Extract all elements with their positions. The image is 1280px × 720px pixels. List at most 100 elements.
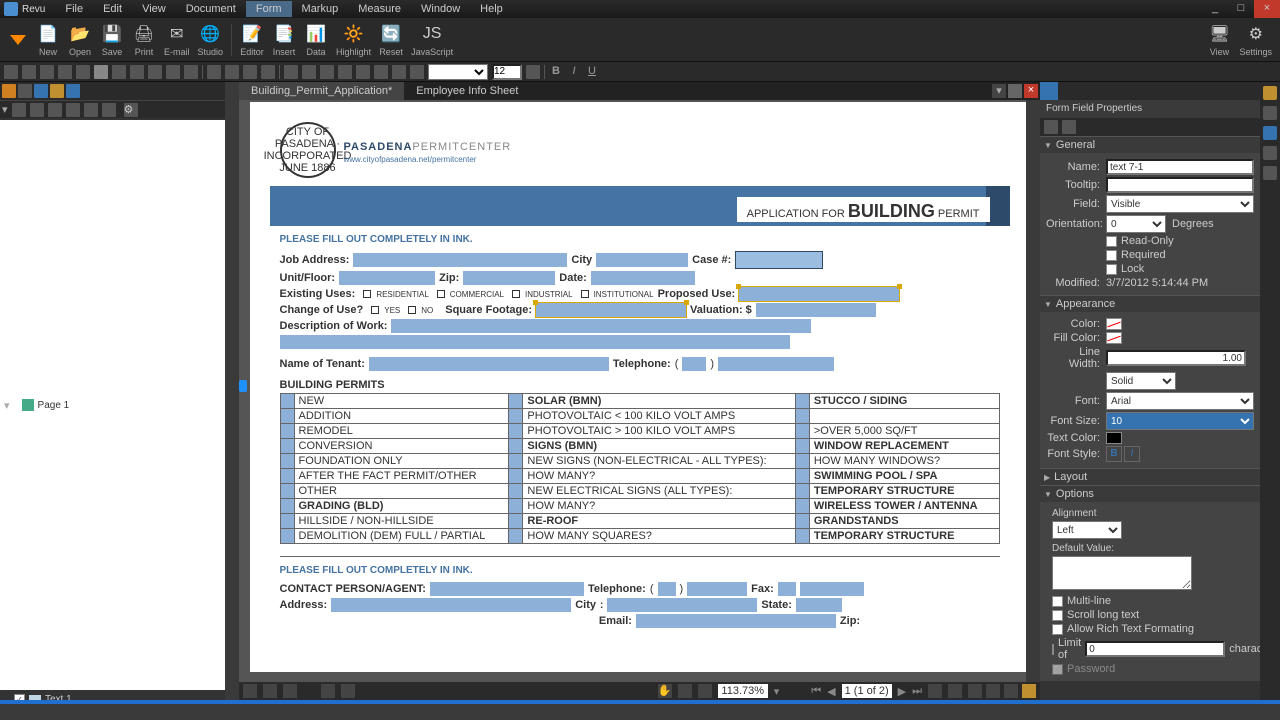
indent-icon[interactable] <box>374 65 388 79</box>
prop-tooltip-input[interactable] <box>1106 177 1254 193</box>
section-header-appearance[interactable]: ▼Appearance <box>1040 296 1260 312</box>
permit-checkbox[interactable] <box>509 499 523 514</box>
tool-icon[interactable] <box>184 65 198 79</box>
print-button[interactable]: 🖨Print <box>132 22 156 57</box>
prop-alignment-select[interactable]: Left <box>1052 521 1122 539</box>
permit-checkbox[interactable] <box>795 424 809 439</box>
tool-icon[interactable] <box>102 103 116 117</box>
menu-help[interactable]: Help <box>470 1 513 17</box>
permit-checkbox[interactable] <box>509 484 523 499</box>
save-button[interactable]: 💾Save <box>100 22 124 57</box>
bold-button[interactable]: B <box>1106 446 1122 462</box>
checkbox-readonly[interactable] <box>1106 236 1117 247</box>
copy-icon[interactable] <box>58 65 72 79</box>
field-zip[interactable] <box>463 271 555 285</box>
field-valuation[interactable] <box>756 303 876 317</box>
field-city[interactable] <box>596 253 688 267</box>
permit-checkbox[interactable] <box>280 499 294 514</box>
font-color-icon[interactable] <box>526 65 540 79</box>
prop-font-select[interactable]: Arial <box>1106 392 1254 410</box>
nav-icon[interactable] <box>928 684 942 698</box>
indent-icon[interactable] <box>410 65 424 79</box>
tree-item[interactable]: ✓Text 1 <box>0 692 225 700</box>
page-handle-left[interactable] <box>239 380 247 392</box>
permit-checkbox[interactable] <box>795 499 809 514</box>
view-mode-icon[interactable] <box>263 684 277 698</box>
indent-icon[interactable] <box>392 65 406 79</box>
select-icon[interactable] <box>678 684 692 698</box>
permit-checkbox[interactable] <box>795 529 809 544</box>
field-contact-area[interactable] <box>658 582 676 596</box>
first-page-icon[interactable]: ⏮ <box>811 685 821 698</box>
prop-name-input[interactable] <box>1106 159 1254 175</box>
line-icon[interactable] <box>243 65 257 79</box>
prev-page-icon[interactable]: ◀ <box>827 685 835 698</box>
permit-checkbox[interactable] <box>280 529 294 544</box>
properties-tab-icon[interactable] <box>1040 82 1058 100</box>
vertical-scrollbar[interactable] <box>1026 100 1040 682</box>
checkbox-icon[interactable]: ✓ <box>14 694 25 700</box>
close-button[interactable]: × <box>1254 0 1280 18</box>
prop-limit-input[interactable] <box>1085 641 1225 657</box>
data-button[interactable]: 📊Data <box>304 22 328 57</box>
checkbox-scroll[interactable] <box>1052 610 1063 621</box>
reset-button[interactable]: 🔄Reset <box>379 22 403 57</box>
permit-checkbox[interactable] <box>509 514 523 529</box>
prop-field-select[interactable]: Visible <box>1106 195 1254 213</box>
bold-icon[interactable]: B <box>549 65 563 79</box>
tool-icon[interactable] <box>1044 120 1058 134</box>
checkbox-lock[interactable] <box>1106 264 1117 275</box>
tool-icon[interactable] <box>66 103 80 117</box>
highlight-button[interactable]: 🔆Highlight <box>336 22 371 57</box>
field-contact-phone[interactable] <box>687 582 747 596</box>
align-icon[interactable] <box>302 65 316 79</box>
tool-icon[interactable] <box>166 65 180 79</box>
color-swatch[interactable] <box>1106 318 1122 330</box>
settings-button[interactable]: ⚙Settings <box>1239 22 1272 57</box>
menu-markup[interactable]: Markup <box>292 1 349 17</box>
cut-icon[interactable] <box>40 65 54 79</box>
tab-split-icon[interactable] <box>1008 84 1022 98</box>
field-description[interactable] <box>391 319 811 333</box>
prop-linewidth-input[interactable] <box>1106 350 1246 366</box>
field-phone[interactable] <box>718 357 834 371</box>
menu-edit[interactable]: Edit <box>93 1 132 17</box>
insert-button[interactable]: 📑Insert <box>272 22 296 57</box>
field-fax[interactable] <box>800 582 864 596</box>
status-icon[interactable] <box>1022 684 1036 698</box>
permit-checkbox[interactable] <box>280 424 294 439</box>
underline-icon[interactable]: U <box>585 65 599 79</box>
permit-checkbox[interactable] <box>795 394 809 409</box>
field-proposed-use[interactable] <box>739 287 899 301</box>
strip-icon[interactable] <box>1263 106 1277 120</box>
field-case[interactable] <box>735 251 823 269</box>
permit-checkbox[interactable] <box>280 514 294 529</box>
menu-window[interactable]: Window <box>411 1 470 17</box>
prop-orientation-select[interactable]: 0 <box>1106 215 1166 233</box>
field-date[interactable] <box>591 271 695 285</box>
delete-icon[interactable] <box>94 65 108 79</box>
studio-button[interactable]: 🌐Studio <box>198 22 224 57</box>
checkbox-limit[interactable] <box>1052 644 1054 655</box>
permit-checkbox[interactable] <box>509 394 523 409</box>
tool-icon[interactable] <box>12 103 26 117</box>
strip-icon[interactable] <box>1263 166 1277 180</box>
line-icon[interactable] <box>261 65 275 79</box>
permit-checkbox[interactable] <box>795 514 809 529</box>
prop-linestyle-select[interactable]: Solid <box>1106 372 1176 390</box>
field-area-code[interactable] <box>682 357 706 371</box>
status-icon[interactable] <box>1004 684 1018 698</box>
font-size-input[interactable] <box>492 64 522 80</box>
field-email[interactable] <box>636 614 836 628</box>
tree-page-node[interactable]: ▾ Page 1 <box>0 120 225 690</box>
editor-button[interactable]: 📝Editor <box>240 22 264 57</box>
menu-file[interactable]: File <box>55 1 93 17</box>
checkbox-commercial[interactable] <box>437 290 445 298</box>
list-icon[interactable] <box>356 65 370 79</box>
field-tenant[interactable] <box>369 357 609 371</box>
menu-document[interactable]: Document <box>176 1 246 17</box>
prop-fontsize-select[interactable]: 10 <box>1106 412 1254 430</box>
checkbox-institutional[interactable] <box>581 290 589 298</box>
permit-checkbox[interactable] <box>795 439 809 454</box>
page-indicator[interactable]: 1 (1 of 2) <box>842 684 892 698</box>
